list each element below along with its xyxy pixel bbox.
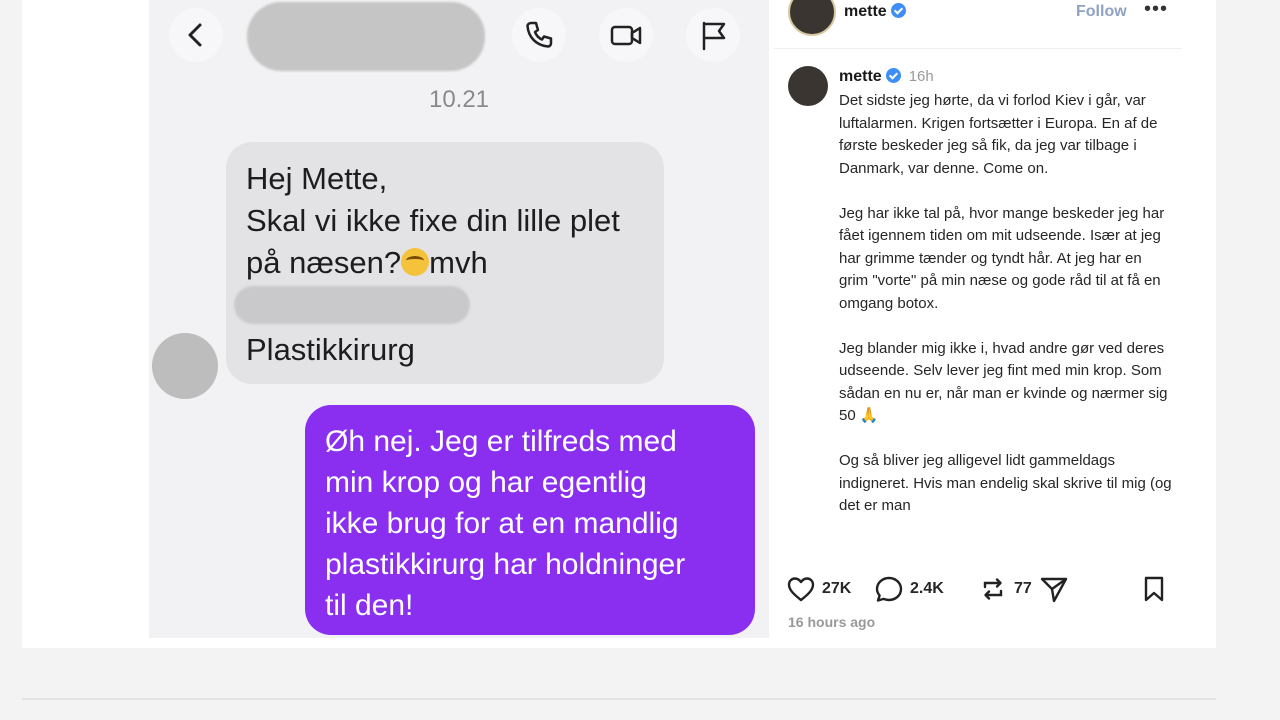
sender-avatar [152, 333, 218, 399]
video-icon [610, 25, 642, 46]
message-line: Hej Mette, [246, 161, 388, 196]
caption-avatar[interactable] [788, 66, 828, 106]
like-button[interactable]: 27K [786, 574, 851, 604]
flag-icon [702, 21, 726, 51]
back-chevron-icon [188, 23, 202, 47]
chat-screenshot: 10.21 Hej Mette, Skal vi ikke fixe din l… [149, 0, 769, 638]
message-text: mvh [429, 245, 488, 280]
comment-button[interactable]: 2.4K [874, 574, 944, 604]
send-icon [1040, 577, 1068, 603]
divider [774, 48, 1182, 49]
incoming-message-bubble: Hej Mette, Skal vi ikke fixe din lille p… [226, 142, 664, 384]
post-caption: Det sidste jeg hørte, da vi forlod Kiev … [839, 90, 1174, 556]
redacted-sender-name [234, 286, 470, 324]
caption-username[interactable]: mette [839, 68, 882, 85]
caption-paragraph: Det sidste jeg hørte, da vi forlod Kiev … [839, 92, 1158, 177]
caption-time: 16h [908, 68, 934, 85]
comment-count: 2.4K [910, 580, 944, 597]
message-text: på næsen? [246, 245, 402, 280]
post-actions: 27K 2.4K 77 [786, 574, 1171, 606]
repost-button[interactable]: 77 [978, 574, 1032, 604]
smiley-emoji-icon [401, 248, 430, 276]
verified-badge-icon [890, 3, 906, 18]
message-line: plastikkirurg har holdninger [325, 548, 686, 581]
message-line: Skal vi ikke fixe din lille plet [246, 203, 620, 238]
repost-icon [983, 578, 1003, 600]
comment-icon [875, 576, 903, 602]
message-timestamp: 10.21 [428, 86, 490, 113]
caption-paragraph: Jeg blander mig ikke i, hvad andre gør v… [839, 339, 1168, 425]
phone-icon [526, 21, 553, 48]
verified-badge-icon [885, 68, 901, 83]
video-call-button[interactable] [599, 8, 653, 62]
message-line: på næsen? mvh [246, 242, 488, 284]
repost-count: 77 [1014, 580, 1032, 597]
embedded-image-card: 10.21 Hej Mette, Skal vi ikke fixe din l… [22, 0, 1216, 648]
more-options-button[interactable]: ••• [1144, 0, 1168, 21]
like-count: 27K [822, 580, 852, 597]
share-button[interactable] [1039, 574, 1069, 604]
sender-signature: Plastikkirurg [246, 332, 415, 367]
posted-time: 16 hours ago [788, 614, 876, 630]
back-button[interactable] [169, 8, 223, 62]
message-line: ikke brug for at en mandlig [325, 507, 679, 540]
message-line: min krop og har egentlig [325, 466, 647, 499]
outgoing-message-bubble: Øh nej. Jeg er tilfreds med min krop og … [305, 405, 755, 635]
bookmark-icon [1144, 576, 1164, 602]
username[interactable]: mette [844, 3, 887, 20]
message-line: Øh nej. Jeg er tilfreds med [325, 425, 677, 458]
message-line: til den! [325, 589, 414, 622]
caption-paragraph: Og så bliver jeg alligevel lidt gammelda… [839, 452, 1172, 514]
follow-button[interactable]: Follow [1076, 3, 1127, 21]
save-button[interactable] [1139, 574, 1169, 604]
profile-avatar[interactable] [788, 0, 836, 36]
heart-icon [787, 577, 815, 602]
caption-header: mette 16h [839, 68, 934, 86]
page-divider [22, 698, 1216, 700]
redacted-contact-name [247, 2, 485, 71]
instagram-post: mette Follow ••• mette 16h Det sidste jeg… [774, 0, 1182, 648]
report-button[interactable] [686, 8, 740, 62]
post-author[interactable]: mette [844, 3, 906, 21]
caption-paragraph: Jeg har ikke tal på, hvor mange beskeder… [839, 204, 1165, 312]
call-button[interactable] [512, 8, 566, 62]
